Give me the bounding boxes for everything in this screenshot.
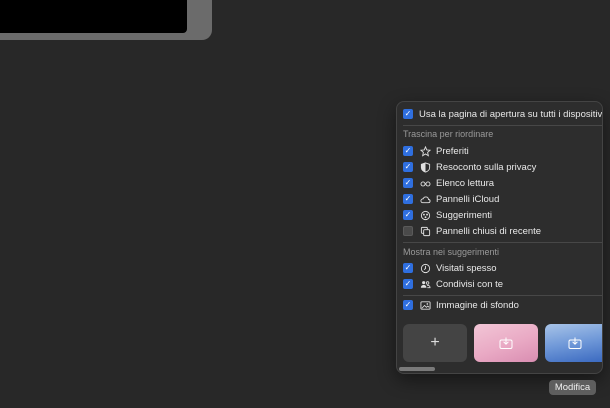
section-label: Resoconto sulla privacy — [436, 161, 537, 173]
section-row-privacy-report[interactable]: ✓ Resoconto sulla privacy — [403, 159, 536, 175]
use-start-page-checkbox-row[interactable]: ✓ Usa la pagina di apertura su tutti i d… — [403, 106, 603, 122]
checkbox-checked[interactable]: ✓ — [403, 210, 413, 220]
monitor-screen — [0, 0, 187, 33]
image-icon — [419, 299, 431, 311]
people-icon — [419, 278, 431, 290]
plus-icon: + — [430, 334, 440, 351]
reorder-header: Trascina per riordinare — [403, 129, 494, 139]
siri-suggestions-icon — [419, 209, 431, 221]
clock-icon — [419, 262, 431, 274]
section-label: Preferiti — [436, 145, 469, 157]
background-image-label: Immagine di sfondo — [436, 299, 519, 311]
checkbox-checked[interactable]: ✓ — [403, 263, 413, 273]
checkbox-checked[interactable]: ✓ — [403, 194, 413, 204]
suggestion-row-shared-with-you[interactable]: ✓ Condivisi con te — [403, 276, 503, 292]
suggestion-label: Condivisi con te — [436, 278, 504, 290]
privacy-shield-icon — [419, 161, 431, 173]
checkbox-checked[interactable]: ✓ — [403, 162, 413, 172]
background-thumbnail-pink[interactable] — [474, 324, 538, 362]
checkbox-checked[interactable]: ✓ — [403, 178, 413, 188]
divider — [403, 295, 602, 296]
checkbox-unchecked[interactable] — [403, 226, 413, 236]
add-background-button[interactable]: + — [403, 324, 467, 362]
glasses-icon — [419, 177, 431, 189]
section-row-favorites[interactable]: ✓ Preferiti — [403, 143, 469, 159]
section-label: Pannelli iCloud — [436, 193, 500, 205]
checkbox-checked[interactable]: ✓ — [403, 109, 413, 119]
suggestion-row-frequently-visited[interactable]: ✓ Visitati spesso — [403, 260, 497, 276]
use-start-page-label: Usa la pagina di apertura su tutti i dis… — [419, 108, 603, 120]
section-row-icloud-tabs[interactable]: ✓ Pannelli iCloud — [403, 191, 499, 207]
edit-tooltip: Modifica — [549, 380, 596, 395]
star-icon — [419, 145, 431, 157]
divider — [403, 125, 602, 126]
section-label: Suggerimenti — [436, 209, 492, 221]
checkbox-checked[interactable]: ✓ — [403, 300, 413, 310]
download-icon — [568, 337, 582, 349]
section-row-recently-closed[interactable]: Pannelli chiusi di recente — [403, 223, 541, 239]
checkbox-checked[interactable]: ✓ — [403, 146, 413, 156]
section-label: Elenco lettura — [436, 177, 495, 189]
cloud-icon — [419, 193, 431, 205]
tabs-icon — [419, 225, 431, 237]
suggestion-label: Visitati spesso — [436, 262, 497, 274]
horizontal-scrollbar[interactable] — [399, 367, 435, 371]
background-image-row[interactable]: ✓ Immagine di sfondo — [403, 297, 519, 313]
section-row-reading-list[interactable]: ✓ Elenco lettura — [403, 175, 494, 191]
checkbox-checked[interactable]: ✓ — [403, 279, 413, 289]
download-icon — [499, 337, 513, 349]
divider — [403, 242, 602, 243]
section-label: Pannelli chiusi di recente — [436, 225, 542, 237]
section-row-suggestions[interactable]: ✓ Suggerimenti — [403, 207, 492, 223]
background-thumbnail-blue[interactable] — [545, 324, 602, 362]
suggestions-header: Mostra nei suggerimenti — [403, 247, 500, 257]
customize-start-page-panel: ✓ Usa la pagina di apertura su tutti i d… — [396, 101, 603, 374]
monitor-illustration — [0, 0, 212, 40]
